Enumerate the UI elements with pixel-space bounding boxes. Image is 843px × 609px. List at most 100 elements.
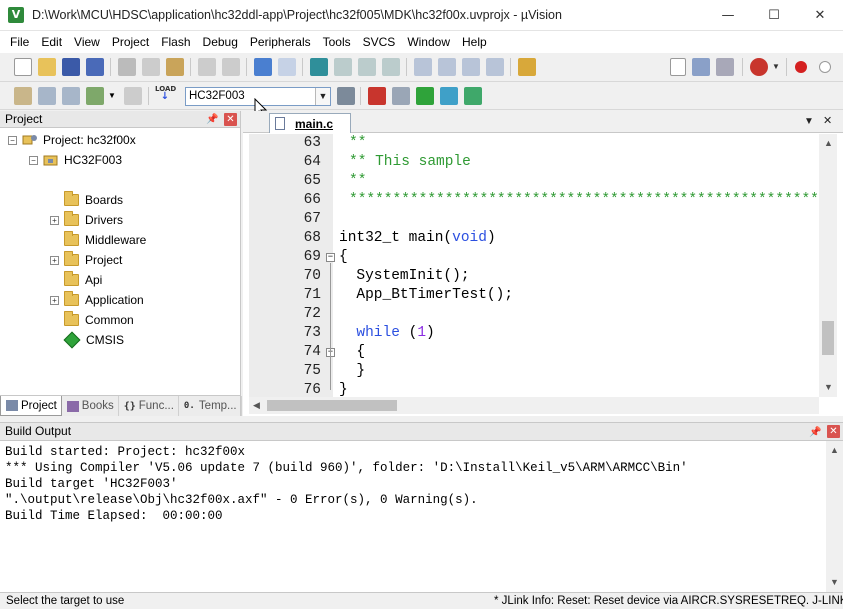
menu-svcs[interactable]: SVCS bbox=[357, 31, 402, 53]
close-icon[interactable]: ✕ bbox=[827, 425, 840, 438]
menu-file[interactable]: File bbox=[4, 31, 35, 53]
braces-icon: {} bbox=[123, 400, 136, 412]
collapse-icon[interactable]: − bbox=[29, 155, 38, 165]
tree-group-project[interactable]: + Project bbox=[50, 250, 122, 270]
scroll-down-icon[interactable]: ▼ bbox=[824, 382, 833, 392]
redo-icon[interactable] bbox=[222, 58, 240, 76]
vertical-scroll-thumb[interactable] bbox=[822, 321, 834, 355]
find-icon[interactable] bbox=[716, 58, 734, 76]
menu-debug[interactable]: Debug bbox=[197, 31, 244, 53]
minimize-button[interactable]: — bbox=[705, 0, 751, 31]
editor-horizontal-scrollbar[interactable]: ◀ bbox=[249, 397, 819, 414]
pack-installer-icon[interactable] bbox=[440, 87, 458, 105]
new-file-icon[interactable] bbox=[14, 58, 32, 76]
tree-component[interactable]: CMSIS bbox=[50, 330, 124, 350]
menu-view[interactable]: View bbox=[68, 31, 106, 53]
batch-dropdown-icon[interactable]: ▼ bbox=[108, 91, 116, 100]
debug-session-icon[interactable] bbox=[750, 58, 768, 76]
translate-icon[interactable] bbox=[14, 87, 32, 105]
expand-icon[interactable]: + bbox=[50, 255, 59, 265]
menu-project[interactable]: Project bbox=[106, 31, 155, 53]
unindent-icon[interactable] bbox=[438, 58, 456, 76]
next-bookmark-icon[interactable] bbox=[358, 58, 376, 76]
find-dropdown-icon[interactable] bbox=[670, 58, 686, 76]
editor-vertical-scrollbar[interactable]: ▲ ▼ bbox=[819, 134, 837, 397]
load-download-icon[interactable]: LOAD ↓ bbox=[155, 85, 176, 107]
tree-group-drivers[interactable]: + Drivers bbox=[50, 210, 123, 230]
tree-target[interactable]: − HC32F003 bbox=[29, 150, 122, 170]
manage-rte-icon[interactable] bbox=[416, 87, 434, 105]
tab-books[interactable]: Books bbox=[62, 396, 119, 416]
horizontal-scroll-thumb[interactable] bbox=[267, 400, 397, 411]
chevron-down-icon[interactable]: ▼ bbox=[315, 88, 330, 105]
uncomment-icon[interactable] bbox=[486, 58, 504, 76]
build-output-text[interactable]: Build started: Project: hc32f00x *** Usin… bbox=[5, 444, 688, 524]
clear-bookmarks-icon[interactable] bbox=[382, 58, 400, 76]
collapse-icon[interactable]: − bbox=[8, 135, 17, 145]
comment-icon[interactable] bbox=[462, 58, 480, 76]
stop-build-icon[interactable] bbox=[124, 87, 142, 105]
tree-root[interactable]: − Project: hc32f00x bbox=[8, 130, 136, 150]
fold-toggle-icon[interactable]: − bbox=[326, 253, 335, 262]
bookmark-icon[interactable] bbox=[310, 58, 328, 76]
code-line: 69−{ bbox=[249, 248, 819, 267]
code-area[interactable]: 63 ** 64 ** This sample 65 ** 66 **************… bbox=[249, 134, 819, 397]
tree-group-common[interactable]: Common bbox=[50, 310, 134, 330]
breakpoint-icon[interactable] bbox=[795, 61, 807, 73]
tree-group-api[interactable]: Api bbox=[50, 270, 102, 290]
line-number: 67 bbox=[303, 211, 321, 227]
rebuild-icon[interactable] bbox=[62, 87, 80, 105]
title-bar: V D:\Work\MCU\HDSC\application\hc32ddl-a… bbox=[0, 0, 843, 31]
close-editor-icon[interactable]: ✕ bbox=[823, 114, 832, 127]
navigate-back-icon[interactable] bbox=[254, 58, 272, 76]
close-icon[interactable]: ✕ bbox=[224, 113, 237, 126]
tab-functions[interactable]: {} Func... bbox=[119, 396, 179, 416]
line-number: 63 bbox=[303, 135, 321, 151]
incremental-find-icon[interactable] bbox=[692, 58, 710, 76]
manage-project-items-icon[interactable] bbox=[368, 87, 386, 105]
save-all-icon[interactable] bbox=[86, 58, 104, 76]
prev-bookmark-icon[interactable] bbox=[334, 58, 352, 76]
close-button[interactable]: ✕ bbox=[797, 0, 843, 31]
debug-dropdown-icon[interactable]: ▼ bbox=[772, 62, 780, 71]
code-text: } bbox=[339, 363, 366, 379]
disable-breakpoint-icon[interactable] bbox=[819, 61, 831, 73]
target-options-icon[interactable] bbox=[337, 87, 355, 105]
scroll-up-icon[interactable]: ▲ bbox=[830, 445, 839, 455]
component-icon[interactable] bbox=[464, 87, 482, 105]
find-in-files-icon[interactable] bbox=[518, 58, 536, 76]
tab-list-dropdown-icon[interactable]: ▼ bbox=[804, 116, 814, 127]
indent-icon[interactable] bbox=[414, 58, 432, 76]
pin-icon[interactable]: 📌 bbox=[809, 424, 821, 438]
tab-project[interactable]: Project bbox=[0, 396, 62, 416]
menu-tools[interactable]: Tools bbox=[317, 31, 357, 53]
tree-group-middleware[interactable]: Middleware bbox=[50, 230, 146, 250]
select-packs-icon[interactable] bbox=[392, 87, 410, 105]
expand-icon[interactable]: + bbox=[50, 215, 59, 225]
tree-group-application[interactable]: + Application bbox=[50, 290, 144, 310]
cut-icon[interactable] bbox=[118, 58, 136, 76]
pin-icon[interactable]: 📌 bbox=[206, 112, 218, 126]
tab-main-c[interactable]: main.c bbox=[269, 113, 351, 133]
expand-icon[interactable]: + bbox=[50, 295, 59, 305]
build-output-scrollbar[interactable]: ▲ ▼ bbox=[826, 441, 843, 593]
open-folder-icon[interactable] bbox=[38, 58, 56, 76]
menu-edit[interactable]: Edit bbox=[35, 31, 68, 53]
scroll-left-icon[interactable]: ◀ bbox=[253, 400, 260, 411]
save-icon[interactable] bbox=[62, 58, 80, 76]
undo-icon[interactable] bbox=[198, 58, 216, 76]
maximize-button[interactable]: ☐ bbox=[751, 0, 797, 31]
scroll-up-icon[interactable]: ▲ bbox=[824, 138, 833, 148]
paste-icon[interactable] bbox=[166, 58, 184, 76]
menu-help[interactable]: Help bbox=[456, 31, 493, 53]
tree-group-boards[interactable]: Boards bbox=[50, 190, 123, 210]
tab-templates[interactable]: 0. Temp... bbox=[179, 396, 242, 416]
menu-window[interactable]: Window bbox=[401, 31, 456, 53]
navigate-forward-icon[interactable] bbox=[278, 58, 296, 76]
menu-peripherals[interactable]: Peripherals bbox=[244, 31, 317, 53]
batch-build-icon[interactable] bbox=[86, 87, 104, 105]
scroll-down-icon[interactable]: ▼ bbox=[830, 577, 839, 587]
build-icon[interactable] bbox=[38, 87, 56, 105]
menu-flash[interactable]: Flash bbox=[155, 31, 196, 53]
copy-icon[interactable] bbox=[142, 58, 160, 76]
